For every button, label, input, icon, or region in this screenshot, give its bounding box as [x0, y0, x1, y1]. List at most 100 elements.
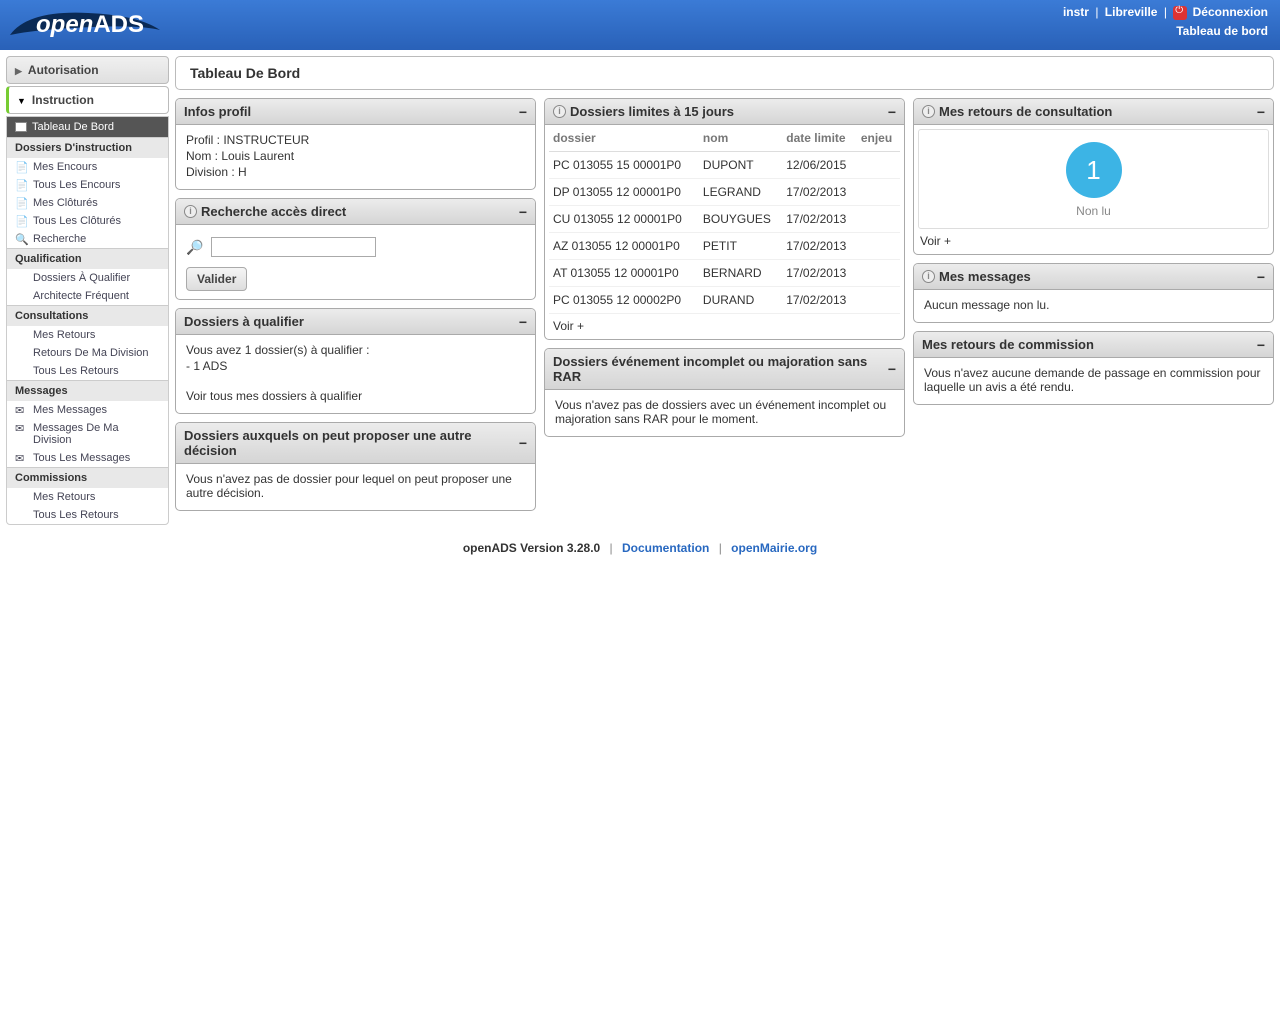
cell-date: 17/02/2013 — [782, 260, 857, 287]
minimize-icon[interactable]: − — [888, 107, 896, 117]
sidebar-item-tous-retours[interactable]: Tous Les Retours — [7, 362, 168, 380]
sidebar-item-messages-division[interactable]: ✉Messages De Ma Division — [7, 419, 168, 449]
mail-icon: ✉ — [15, 404, 27, 416]
openmairie-link[interactable]: openMairie.org — [731, 541, 817, 555]
widget-autre-decision: Dossiers auxquels on peut proposer une a… — [175, 422, 536, 511]
documentation-link[interactable]: Documentation — [622, 541, 709, 555]
widget-title: Dossiers auxquels on peut proposer une a… — [184, 428, 519, 458]
cell-enjeu — [857, 287, 900, 314]
sidebar-group-messages: Messages — [7, 380, 168, 401]
cell-date: 17/02/2013 — [782, 287, 857, 314]
accordion-autorisation[interactable]: ▶Autorisation — [6, 56, 169, 84]
th-enjeu[interactable]: enjeu — [857, 125, 900, 152]
sidebar-group-dossiers-instruction: Dossiers D'instruction — [7, 137, 168, 158]
th-dossier[interactable]: dossier — [549, 125, 699, 152]
minimize-icon[interactable]: − — [888, 364, 896, 374]
cell-nom: DUPONT — [699, 152, 782, 179]
sidebar-item-retours-division[interactable]: Retours De Ma Division — [7, 344, 168, 362]
sidebar-item-tous-encours[interactable]: 📄Tous Les Encours — [7, 176, 168, 194]
cell-date: 12/06/2015 — [782, 152, 857, 179]
mail-icon: ✉ — [15, 452, 27, 464]
sidebar-item-mes-messages[interactable]: ✉Mes Messages — [7, 401, 168, 419]
widget-title: Dossiers limites à 15 jours — [570, 104, 734, 119]
info-icon: i — [922, 105, 935, 118]
table-row[interactable]: AZ 013055 12 00001P0PETIT17/02/2013 — [549, 233, 900, 260]
table-row[interactable]: AT 013055 12 00001P0BERNARD17/02/2013 — [549, 260, 900, 287]
cell-dossier: AT 013055 12 00001P0 — [549, 260, 699, 287]
dashboard-link[interactable]: Tableau de bord — [1176, 24, 1268, 38]
th-date[interactable]: date limite — [782, 125, 857, 152]
sidebar-item-mes-clotures[interactable]: 📄Mes Clôturés — [7, 194, 168, 212]
info-icon: i — [553, 105, 566, 118]
minimize-icon[interactable]: − — [519, 438, 527, 448]
voir-plus-link[interactable]: Voir + — [918, 229, 1269, 250]
widget-retours-consultation: i Mes retours de consultation − 1 Non lu V… — [913, 98, 1274, 255]
profil-line: Profil : INSTRUCTEUR — [186, 133, 525, 147]
city-link[interactable]: Libreville — [1105, 5, 1158, 19]
cell-date: 17/02/2013 — [782, 179, 857, 206]
table-row[interactable]: PC 013055 12 00002P0DURAND17/02/2013 — [549, 287, 900, 314]
cell-dossier: AZ 013055 12 00001P0 — [549, 233, 699, 260]
cell-nom: BERNARD — [699, 260, 782, 287]
sidebar-item-tous-clotures[interactable]: 📄Tous Les Clôturés — [7, 212, 168, 230]
minimize-icon[interactable]: − — [519, 107, 527, 117]
count-badge: 1 — [1066, 142, 1122, 198]
minimize-icon[interactable]: − — [519, 317, 527, 327]
widget-title: Dossiers à qualifier — [184, 314, 304, 329]
cell-nom: LEGRAND — [699, 179, 782, 206]
accordion-instruction[interactable]: ▼Instruction — [6, 86, 169, 114]
widget-title: Infos profil — [184, 104, 251, 119]
cell-date: 17/02/2013 — [782, 206, 857, 233]
table-row[interactable]: CU 013055 12 00001P0BOUYGUES17/02/2013 — [549, 206, 900, 233]
logout-link[interactable]: Déconnexion — [1193, 5, 1268, 19]
dashboard-icon — [15, 122, 27, 132]
page-title: Tableau De Bord — [175, 56, 1274, 90]
folder-icon: 📄 — [15, 179, 27, 191]
info-icon: i — [922, 270, 935, 283]
minimize-icon[interactable]: − — [1257, 107, 1265, 117]
power-icon — [1173, 6, 1187, 20]
widget-title: Mes messages — [939, 269, 1031, 284]
cell-enjeu — [857, 260, 900, 287]
sidebar-item-architecte-frequent[interactable]: Architecte Fréquent — [7, 287, 168, 305]
cell-nom: DURAND — [699, 287, 782, 314]
minimize-icon[interactable]: − — [519, 207, 527, 217]
widget-title: Mes retours de consultation — [939, 104, 1112, 119]
cell-nom: PETIT — [699, 233, 782, 260]
search-input[interactable] — [211, 237, 376, 257]
search-icon: 🔍 — [15, 233, 27, 245]
cell-dossier: PC 013055 12 00002P0 — [549, 287, 699, 314]
voir-plus-link[interactable]: Voir + — [549, 314, 900, 335]
valider-button[interactable]: Valider — [186, 267, 247, 291]
sidebar-item-mes-retours[interactable]: Mes Retours — [7, 326, 168, 344]
mail-icon: ✉ — [15, 422, 27, 434]
sidebar-item-dossiers-qualifier[interactable]: Dossiers À Qualifier — [7, 269, 168, 287]
sidebar-item-tableau-de-bord[interactable]: Tableau De Bord — [7, 117, 168, 137]
voir-tous-link[interactable]: Voir tous mes dossiers à qualifier — [186, 389, 525, 403]
sidebar-item-mes-encours[interactable]: 📄Mes Encours — [7, 158, 168, 176]
sidebar-group-consultations: Consultations — [7, 305, 168, 326]
table-row[interactable]: PC 013055 15 00001P0DUPONT12/06/2015 — [549, 152, 900, 179]
minimize-icon[interactable]: − — [1257, 272, 1265, 282]
minimize-icon[interactable]: − — [1257, 340, 1265, 350]
th-nom[interactable]: nom — [699, 125, 782, 152]
info-icon: i — [184, 205, 197, 218]
cell-enjeu — [857, 179, 900, 206]
widget-dossiers-qualifier: Dossiers à qualifier− Vous avez 1 dossie… — [175, 308, 536, 414]
widget-infos-profil: Infos profil− Profil : INSTRUCTEUR Nom :… — [175, 98, 536, 190]
cell-enjeu — [857, 206, 900, 233]
footer: openADS Version 3.28.0 | Documentation |… — [0, 531, 1280, 571]
folder-icon: 📄 — [15, 215, 27, 227]
widget-title: Dossiers événement incomplet ou majorati… — [553, 354, 888, 384]
nonlu-label: Non lu — [919, 204, 1268, 218]
main-content: Tableau De Bord Infos profil − Profil : I… — [175, 56, 1274, 511]
folder-icon: 📄 — [15, 197, 27, 209]
cell-enjeu — [857, 233, 900, 260]
table-row[interactable]: DP 013055 12 00001P0LEGRAND17/02/2013 — [549, 179, 900, 206]
sidebar-item-tous-retours-comm[interactable]: Tous Les Retours — [7, 506, 168, 524]
sidebar-item-mes-retours-comm[interactable]: Mes Retours — [7, 488, 168, 506]
sidebar-item-recherche[interactable]: 🔍Recherche — [7, 230, 168, 248]
user-link[interactable]: instr — [1063, 5, 1089, 19]
app-logo: openADS — [0, 0, 163, 50]
sidebar-item-tous-messages[interactable]: ✉Tous Les Messages — [7, 449, 168, 467]
